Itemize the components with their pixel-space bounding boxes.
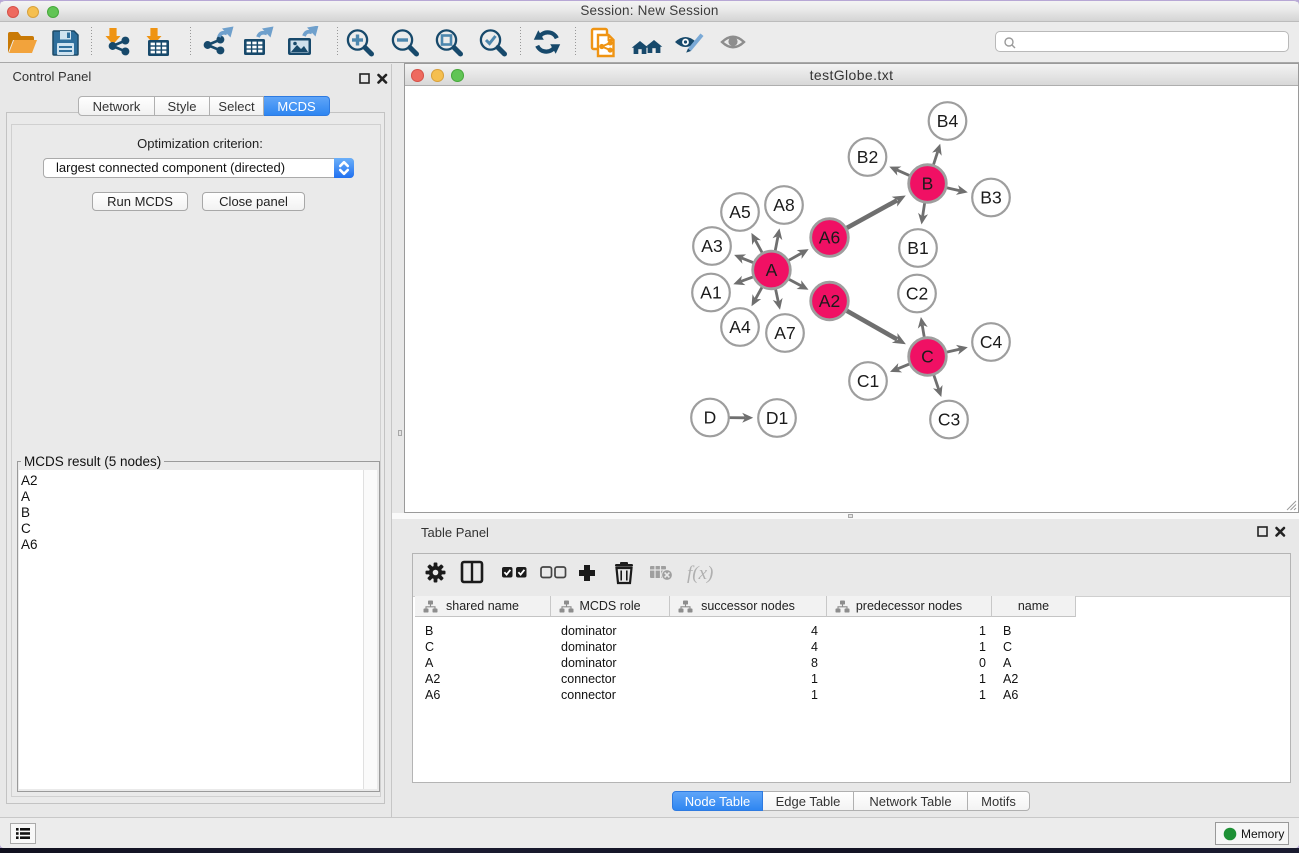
svg-text:A1: A1 xyxy=(700,283,721,303)
svg-text:A8: A8 xyxy=(773,195,794,215)
svg-text:C3: C3 xyxy=(938,410,960,430)
svg-text:C4: C4 xyxy=(980,332,1003,352)
svg-text:B4: B4 xyxy=(937,111,959,131)
svg-text:B3: B3 xyxy=(980,188,1001,208)
svg-text:D: D xyxy=(704,408,717,428)
svg-text:f(x): f(x) xyxy=(687,563,713,584)
svg-text:B: B xyxy=(922,174,934,194)
svg-text:A4: A4 xyxy=(729,317,751,337)
svg-text:D1: D1 xyxy=(766,408,788,428)
svg-text:A5: A5 xyxy=(729,202,750,222)
svg-text:C1: C1 xyxy=(857,371,879,391)
svg-text:C2: C2 xyxy=(906,284,928,304)
svg-text:A7: A7 xyxy=(774,323,795,343)
svg-text:A3: A3 xyxy=(701,236,722,256)
svg-text:B1: B1 xyxy=(907,238,928,258)
svg-text:A: A xyxy=(766,260,778,280)
svg-text:A6: A6 xyxy=(819,228,840,248)
svg-text:C: C xyxy=(921,347,934,367)
svg-text:A2: A2 xyxy=(819,291,840,311)
svg-text:B2: B2 xyxy=(857,147,878,167)
